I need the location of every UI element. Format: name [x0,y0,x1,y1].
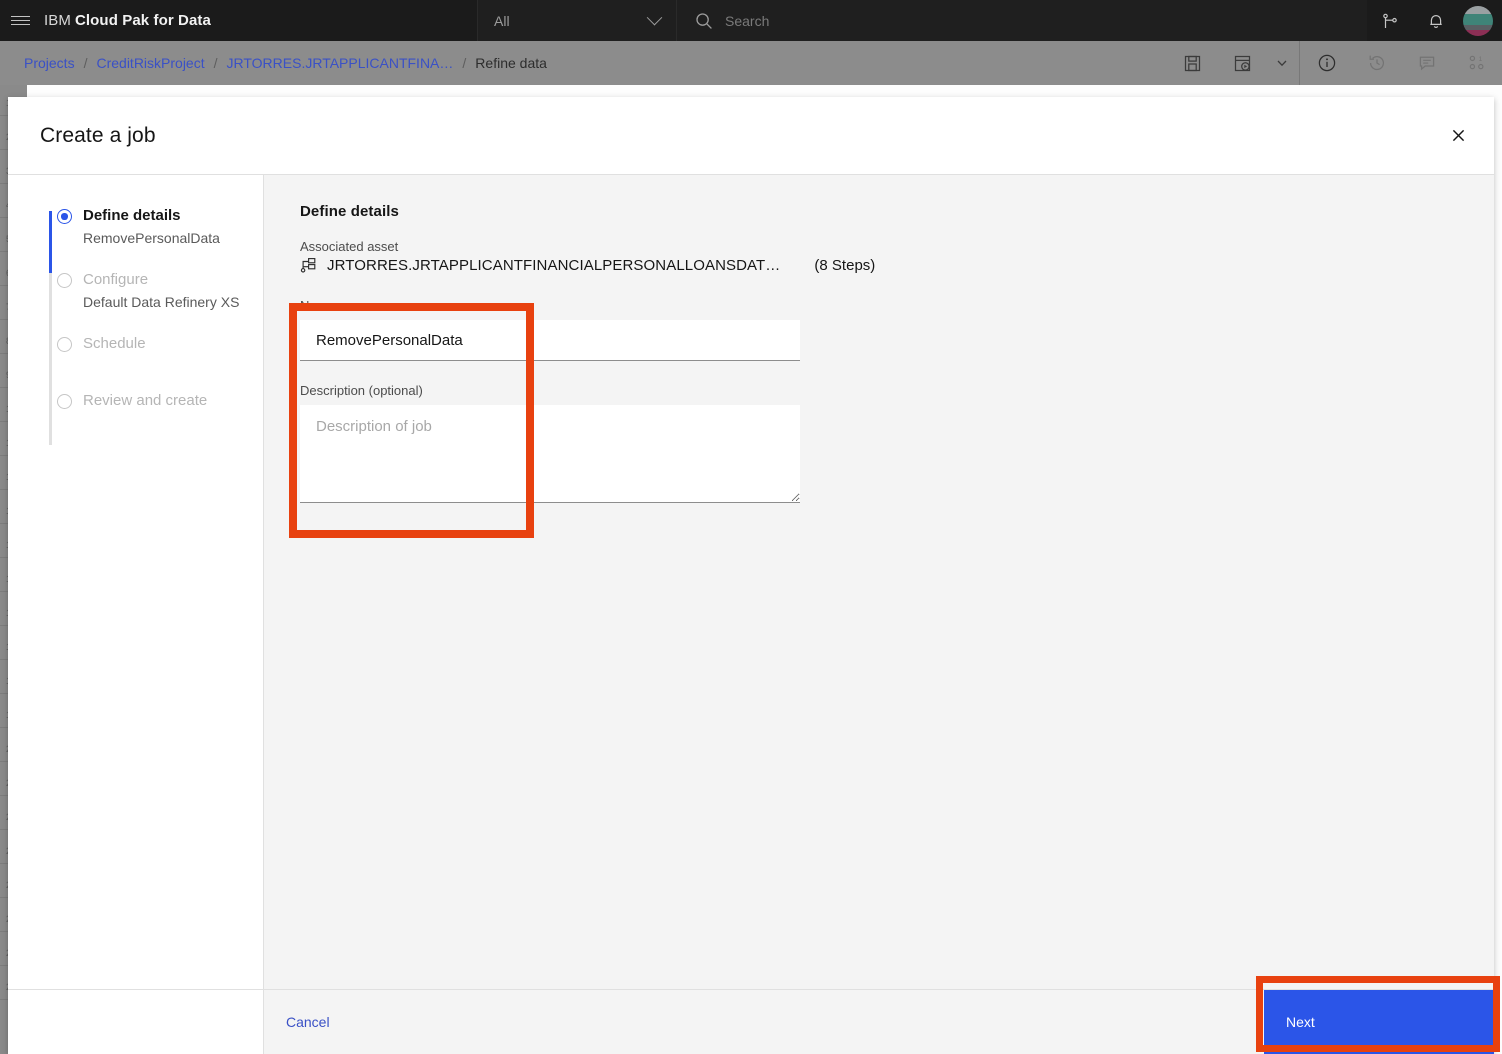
associated-asset-step-count: (8 Steps) [814,257,876,274]
information-icon[interactable] [1302,41,1352,85]
global-header: IBM Cloud Pak for Data All Search [0,0,1502,41]
step-sublabel: RemovePersonalData [83,230,220,246]
save-and-create-job-icon[interactable] [1217,41,1267,85]
comments-icon[interactable] [1402,41,1452,85]
step-sublabel: Default Data Refinery XS [83,294,240,310]
wizard-step-configure: Configure Default Data Refinery XS [8,269,263,312]
name-input[interactable] [300,320,800,361]
header-icon-group [1367,0,1502,41]
data-profile-icon[interactable]: 1 [1452,41,1502,85]
hamburger-menu-icon[interactable] [0,0,41,41]
description-field-label: Description (optional) [300,383,423,398]
svg-text:1: 1 [1479,56,1483,63]
chevron-down-icon [646,9,663,26]
breadcrumb-item-asset[interactable]: JRTORRES.JRTAPPLICANTFINA… [227,55,454,71]
modal-title: Create a job [40,123,156,147]
step-label: Define details [83,207,181,224]
modal-body: Define details RemovePersonalData Config… [8,175,1494,989]
wizard-step-review-and-create: Review and create [8,390,263,411]
step-label: Configure [83,271,149,288]
brand-name: Cloud Pak for Data [74,12,211,29]
save-icon[interactable] [1167,41,1217,85]
footer-actions: Cancel Next [264,990,1494,1054]
step-radio-icon [57,209,72,224]
breadcrumb-separator: / [83,55,88,71]
application-root: 1234567891011121314151617181920212223242… [0,0,1502,1054]
brand-prefix: IBM [44,12,71,29]
search-icon [696,12,712,29]
app-brand-title: IBM Cloud Pak for Data [41,0,211,41]
breadcrumb-item-project[interactable]: CreditRiskProject [96,55,204,71]
step-label: Schedule [83,335,146,352]
wizard-step-schedule: Schedule [8,333,263,354]
breadcrumb-separator: / [462,55,467,71]
create-job-modal: Create a job Define details RemovePerson… [8,97,1494,1054]
history-icon[interactable] [1352,41,1402,85]
breadcrumb-separator: / [213,55,218,71]
associated-asset-row: JRTORRES.JRTAPPLICANTFINANCIALPERSONALLO… [300,257,1462,274]
data-flow-icon [300,258,316,273]
toolbar-divider [1299,41,1300,85]
step-label: Review and create [83,392,208,409]
global-search-placeholder: Search [725,12,770,29]
notification-bell-icon[interactable] [1413,0,1459,41]
modal-footer: Cancel Next [8,989,1494,1054]
breadcrumb-bar: Projects / CreditRiskProject / JRTORRES.… [0,41,1502,85]
close-icon[interactable] [1434,112,1482,160]
search-scope-select[interactable]: All [477,0,677,41]
page-title: Define details [300,203,399,220]
breadcrumb-toolbar: 1 [1167,41,1502,85]
header-spacer [211,0,477,41]
form-field-gap [300,361,800,383]
global-search-input[interactable]: Search [677,0,1367,41]
step-radio-icon [57,273,72,288]
job-wizard-step-rail: Define details RemovePersonalData Config… [8,175,264,989]
footer-left-pad [8,990,264,1054]
wizard-step-define-details[interactable]: Define details RemovePersonalData [8,205,263,248]
chevron-down-icon[interactable] [1267,41,1297,85]
associated-asset-name: JRTORRES.JRTAPPLICANTFINANCIALPERSONALLO… [327,257,781,274]
associated-asset-label: Associated asset [300,239,399,254]
description-textarea[interactable] [300,405,800,503]
name-field-label: Name [300,298,335,313]
define-details-form: Name Description (optional) [300,298,800,508]
step-radio-icon [57,394,72,409]
breadcrumb: Projects / CreditRiskProject / JRTORRES.… [0,55,547,71]
breadcrumb-item-current: Refine data [475,55,547,71]
branch-icon[interactable] [1367,0,1413,41]
cancel-button[interactable]: Cancel [264,1013,336,1031]
user-avatar[interactable] [1463,5,1493,36]
step-radio-icon [57,337,72,352]
define-details-pane: Define details Associated asset JRTORRES… [264,175,1494,989]
breadcrumb-item-projects[interactable]: Projects [24,55,75,71]
next-button[interactable]: Next [1264,990,1494,1054]
search-scope-value: All [494,12,510,29]
modal-header: Create a job [8,97,1494,175]
